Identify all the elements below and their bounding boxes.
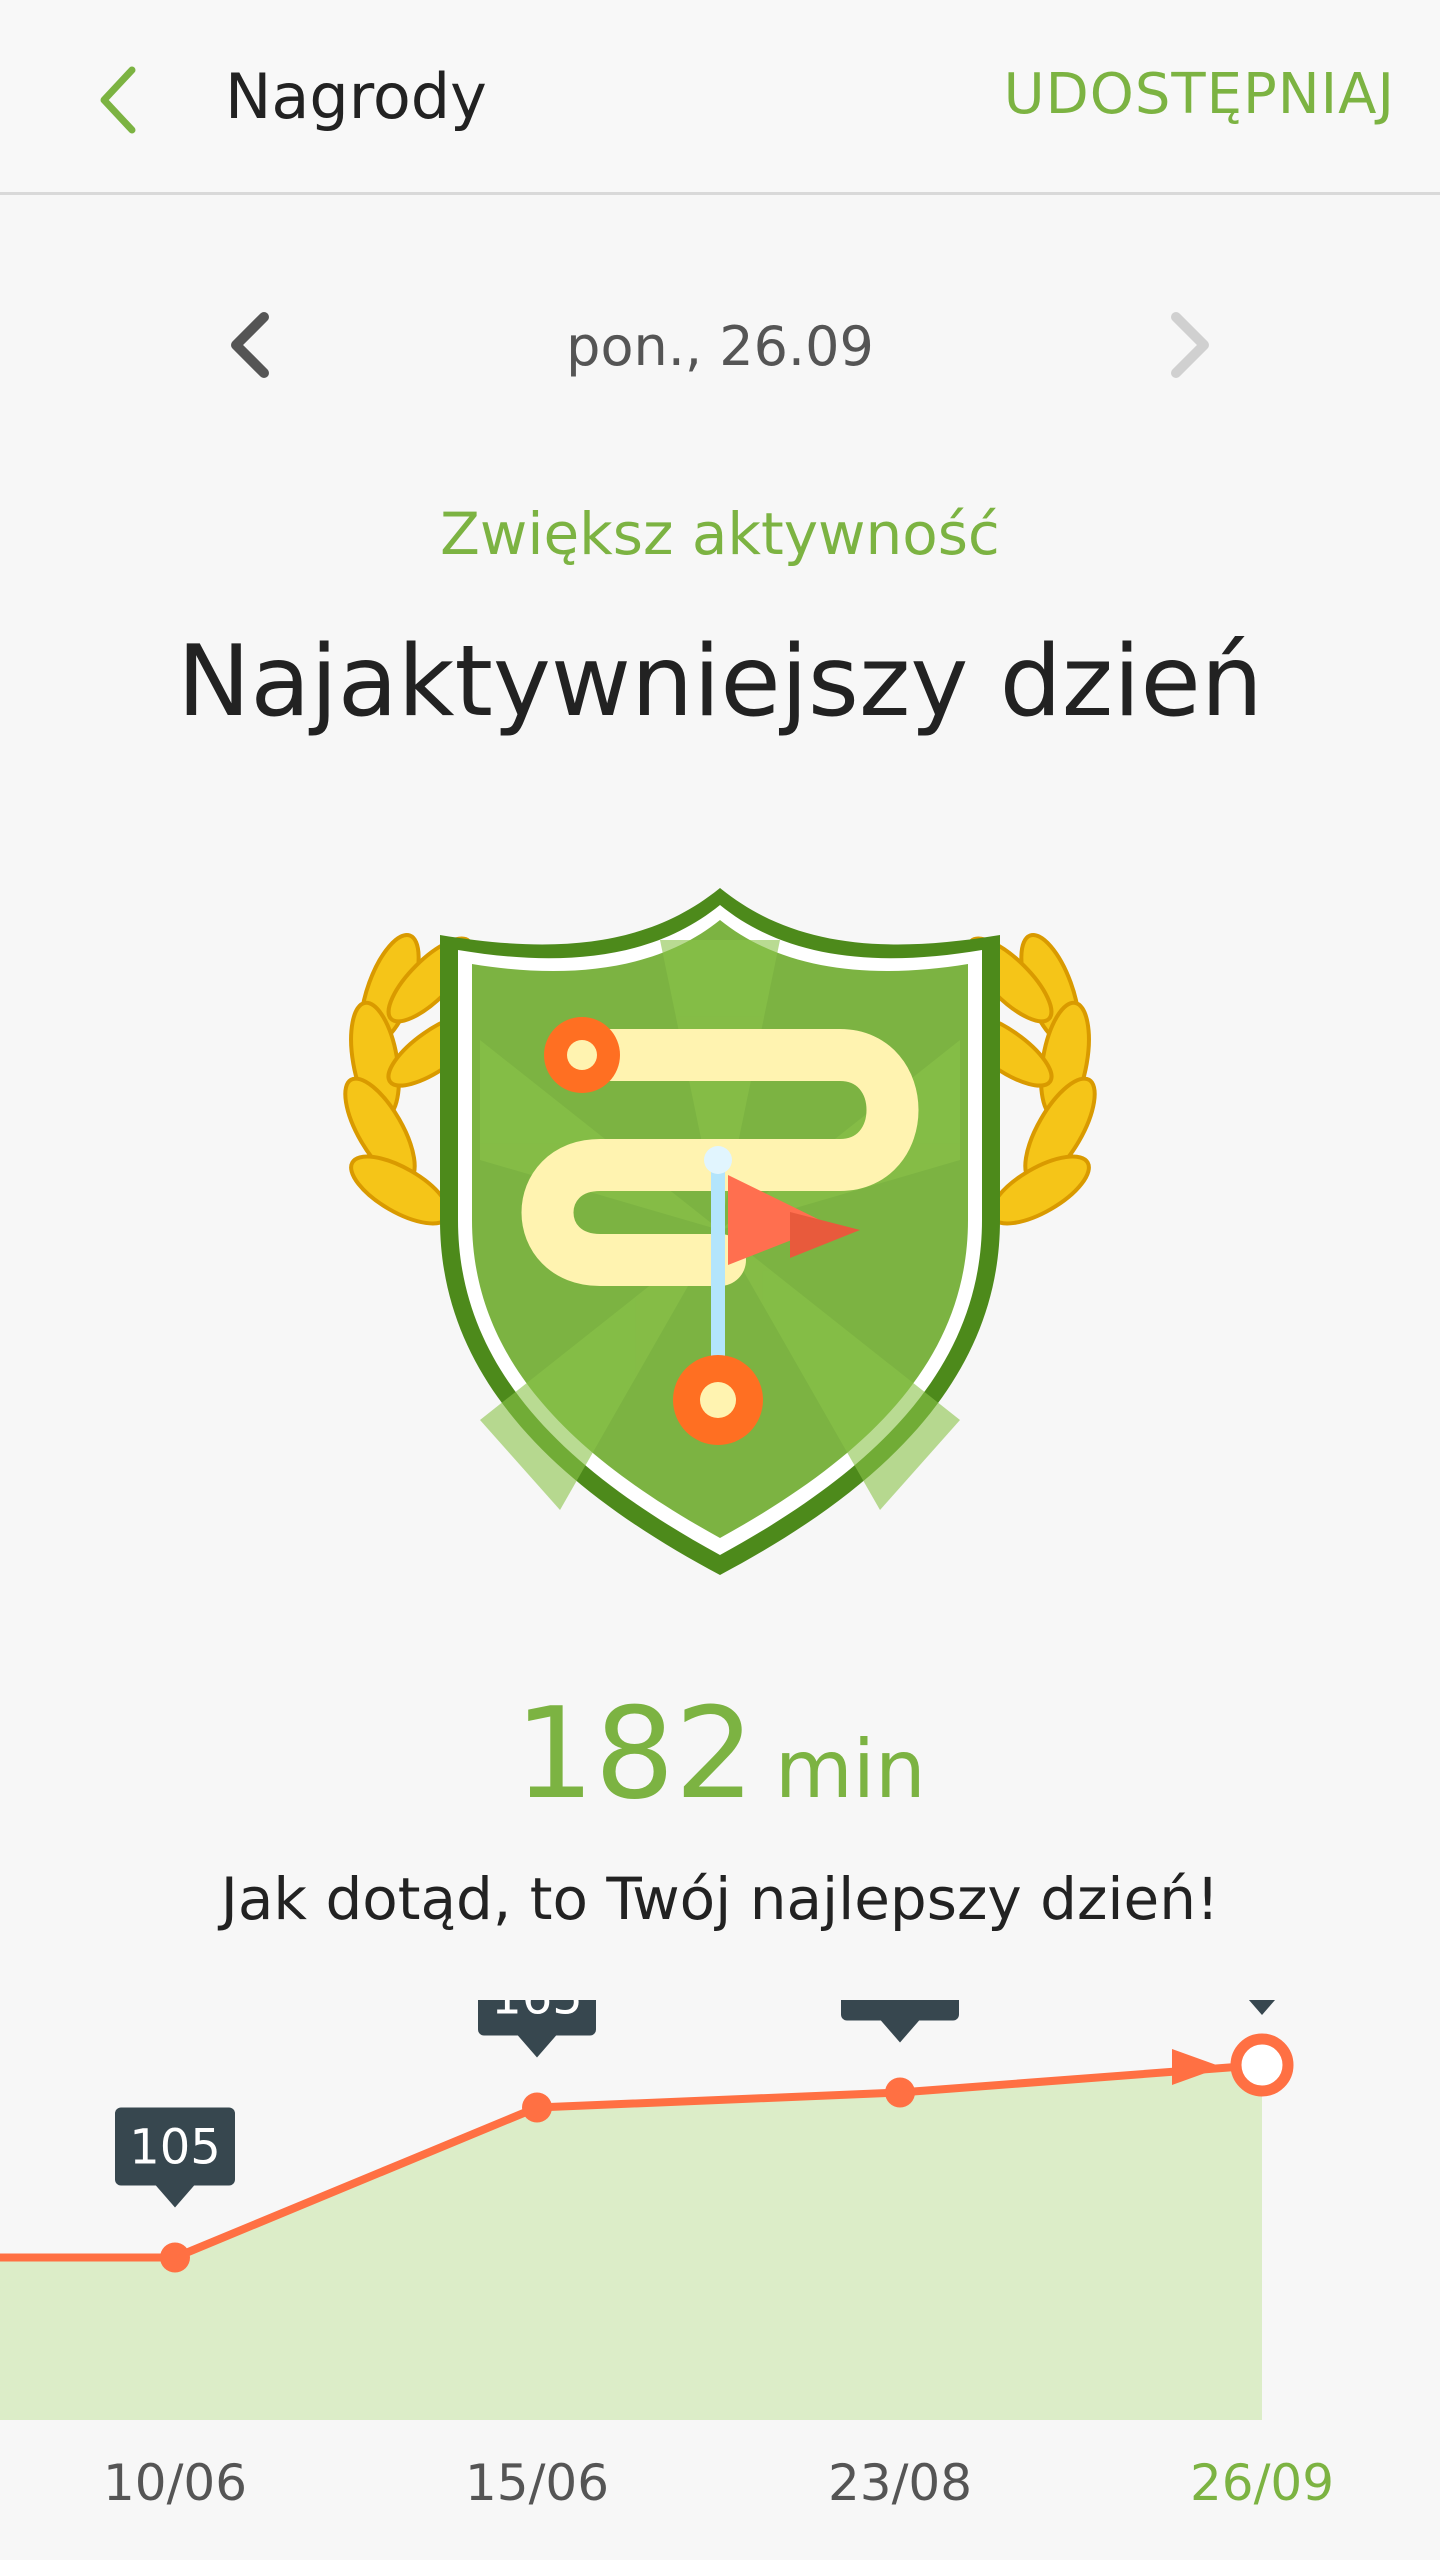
award-value-unit: min xyxy=(774,1723,926,1816)
award-title: Najaktywniejszy dzień xyxy=(177,625,1263,739)
x-tick-label: 15/06 xyxy=(465,2454,609,2512)
value-tooltip-pointer xyxy=(1248,2000,1276,2015)
next-date-button[interactable] xyxy=(1140,290,1240,400)
page-title: Nagrody xyxy=(225,60,487,133)
back-button[interactable] xyxy=(70,50,170,150)
history-line-chart: 10510/0616515/0617123/0818226/09 xyxy=(0,2000,1334,2512)
app-bar: Nagrody UDOSTĘPNIAJ xyxy=(0,0,1440,195)
award-message: Jak dotąd, to Twój najlepszy dzień! xyxy=(220,1865,1220,1933)
award-category: Zwiększ aktywność xyxy=(440,500,1000,568)
chevron-right-icon xyxy=(1171,312,1209,378)
x-tick-label: 10/06 xyxy=(103,2454,247,2512)
value-tooltip-pointer xyxy=(517,2034,557,2058)
share-button[interactable]: UDOSTĘPNIAJ xyxy=(1004,62,1395,127)
data-point xyxy=(160,2242,190,2273)
chevron-left-icon xyxy=(100,66,136,134)
value-tooltip-pointer xyxy=(880,2019,920,2043)
data-point xyxy=(885,2077,915,2108)
data-point xyxy=(522,2092,552,2123)
x-tick-label: 26/09 xyxy=(1190,2454,1334,2512)
value-label: 165 xyxy=(491,2000,583,2026)
award-value-number: 182 xyxy=(514,1680,755,1827)
flag-route-shield-icon xyxy=(343,888,1097,1575)
data-point-current xyxy=(1230,2033,1294,2097)
award-value: 182 min xyxy=(0,1680,1440,1827)
value-tooltip-pointer xyxy=(155,2184,195,2208)
x-tick-label: 23/08 xyxy=(828,2454,972,2512)
value-label: 171 xyxy=(854,2000,946,2011)
value-label: 105 xyxy=(129,2120,221,2176)
date-navigator: pon., 26.09 xyxy=(0,290,1440,400)
